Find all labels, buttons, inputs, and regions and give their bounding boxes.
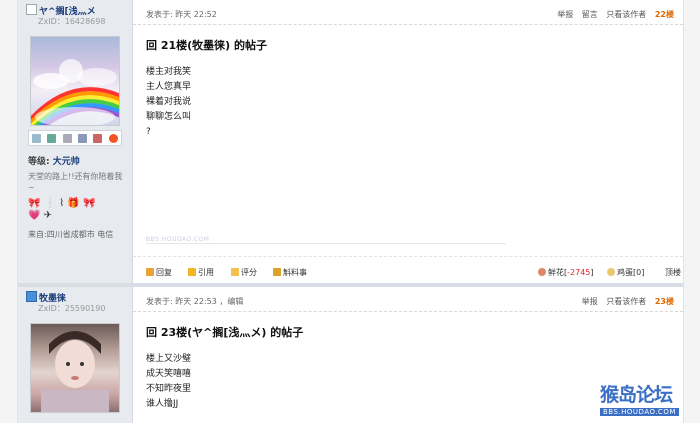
post-time-text: 发表于: 昨天 22:53 bbox=[146, 297, 217, 306]
body-line: ? bbox=[146, 127, 151, 137]
flower-button[interactable]: 鲜花[-2745] bbox=[538, 267, 594, 278]
post-header: 发表于: 昨天 22:53 ，编辑 举报 只看该作者 23楼 bbox=[133, 287, 683, 312]
right-page-margin bbox=[683, 0, 700, 423]
post-title: 回 21楼(牧墨徕) 的帖子 bbox=[146, 39, 268, 52]
only-author-link[interactable]: 只看该作者 bbox=[606, 297, 646, 306]
rate-icon bbox=[231, 268, 239, 276]
body-line: 楼主对我笑 bbox=[146, 67, 192, 77]
search-icon[interactable] bbox=[62, 133, 72, 143]
site-logo-watermark: 猴岛论坛 BBS.HOUDAO.COM bbox=[600, 380, 695, 420]
body-line: 聊聊怎么叫 bbox=[146, 112, 192, 122]
flower-count: -2745 bbox=[567, 268, 591, 277]
author-signature: 天堂的路上!!还有你陪着我~ bbox=[28, 172, 123, 192]
blog-icon[interactable] bbox=[93, 133, 103, 143]
user-icon bbox=[26, 4, 37, 15]
report-news-button[interactable]: 斛料事 bbox=[273, 267, 307, 278]
post-content: 发表于: 昨天 22:52 举报 留言 只看该作者 22楼 回 21楼(牧墨徕)… bbox=[133, 0, 683, 283]
report-link[interactable]: 举报 bbox=[582, 297, 598, 306]
body-line: 主人您真早 bbox=[146, 82, 192, 92]
post-22: ヤ^搁[浅灬メ ZxID：16428698 等级: 大元帅 天堂的路上!!还有你… bbox=[18, 0, 683, 283]
author-level: 等级: 大元帅 bbox=[28, 154, 80, 167]
reply-icon bbox=[146, 268, 154, 276]
body-line: 谁人撸JJ bbox=[146, 399, 179, 409]
add-friend-icon[interactable] bbox=[47, 133, 57, 143]
level-value: 大元帅 bbox=[52, 157, 80, 167]
only-author-link[interactable]: 只看该作者 bbox=[606, 10, 646, 19]
reply-button[interactable]: 回复 bbox=[146, 267, 172, 278]
rainbow-avatar-image bbox=[31, 59, 119, 125]
post-watermark: BBS.HOUDAO.COM bbox=[146, 236, 210, 243]
report-icon bbox=[273, 268, 281, 276]
profile-icon[interactable] bbox=[78, 133, 88, 143]
quote-button[interactable]: 引用 bbox=[188, 267, 214, 278]
body-line: 不知昨夜里 bbox=[146, 384, 192, 394]
user-icon bbox=[26, 291, 37, 302]
avatar[interactable] bbox=[30, 323, 120, 413]
post-footer: 回复 引用 评分 斛料事 鲜花[-2745] 鸡蛋[0] 顶楼 bbox=[133, 256, 683, 284]
reply-label: 回复 bbox=[156, 268, 172, 277]
post-time: 发表于: 昨天 22:52 bbox=[146, 10, 217, 19]
rate-label: 评分 bbox=[241, 268, 257, 277]
avatar[interactable] bbox=[30, 36, 120, 126]
report-link[interactable]: 举报 bbox=[557, 10, 573, 19]
author-zxid: ZxID：25590190 bbox=[38, 304, 106, 313]
report-news-label: 斛料事 bbox=[283, 268, 307, 277]
author-sidebar: 牧墨徕 ZxID：25590190 bbox=[18, 287, 133, 423]
author-zxid: ZxID：16428698 bbox=[38, 17, 106, 26]
post-title: 回 23楼(ヤ^搁[浅灬メ) 的帖子 bbox=[146, 326, 304, 339]
floor-number[interactable]: 22楼 bbox=[655, 10, 674, 19]
post-23: 牧墨徕 ZxID：25590190 发表于: 昨天 22:53 ，编辑 举报 只… bbox=[18, 287, 683, 423]
post-header-actions: 举报 留言 只看该作者 22楼 bbox=[551, 9, 674, 20]
body-line: 成天笑嘻嘻 bbox=[146, 369, 192, 379]
egg-label: 鸡蛋[0] bbox=[617, 268, 645, 277]
post-header: 发表于: 昨天 22:52 举报 留言 只看该作者 22楼 bbox=[133, 0, 683, 25]
rate-button[interactable]: 评分 bbox=[231, 267, 257, 278]
egg-button[interactable]: 鸡蛋[0] bbox=[607, 267, 644, 278]
post-body: 楼主对我笑 主人您真早 裸着对我说 聊聊怎么叫 ? bbox=[146, 65, 191, 140]
author-sidebar: ヤ^搁[浅灬メ ZxID：16428698 等级: 大元帅 天堂的路上!!还有你… bbox=[18, 0, 133, 283]
logo-text: 猴岛论坛 bbox=[600, 384, 673, 406]
flower-icon bbox=[538, 268, 546, 276]
message-icon[interactable] bbox=[32, 133, 42, 143]
signature-divider bbox=[146, 243, 506, 244]
author-medals: 🎀 ❕ ⌇ 🎁 🎀 💗 ✈ bbox=[28, 198, 96, 221]
girl-avatar-image bbox=[41, 331, 109, 412]
qq-icon[interactable] bbox=[108, 133, 118, 143]
left-page-margin bbox=[0, 0, 18, 423]
body-line: 楼上又沙璧 bbox=[146, 354, 192, 364]
egg-icon bbox=[607, 268, 615, 276]
post-body: 楼上又沙璧 成天笑嘻嘻 不知昨夜里 谁人撸JJ bbox=[146, 352, 191, 412]
quote-icon bbox=[188, 268, 196, 276]
message-link[interactable]: 留言 bbox=[582, 10, 598, 19]
post-time: 发表于: 昨天 22:53 ，编辑 bbox=[146, 296, 243, 307]
author-action-icons bbox=[28, 130, 122, 146]
top-floor-link[interactable]: 顶楼 bbox=[665, 267, 681, 278]
body-line: 裸着对我说 bbox=[146, 97, 192, 107]
level-label: 等级: bbox=[28, 157, 50, 167]
logo-url: BBS.HOUDAO.COM bbox=[600, 408, 679, 416]
author-location: 来自:四川省成都市 电信 bbox=[28, 230, 114, 239]
post-header-actions: 举报 只看该作者 23楼 bbox=[576, 296, 674, 307]
flower-label: 鲜花[ bbox=[548, 268, 568, 277]
floor-number[interactable]: 23楼 bbox=[655, 297, 674, 306]
edit-link[interactable]: ，编辑 bbox=[219, 297, 243, 306]
flower-bracket: ] bbox=[590, 268, 594, 277]
quote-label: 引用 bbox=[198, 268, 214, 277]
